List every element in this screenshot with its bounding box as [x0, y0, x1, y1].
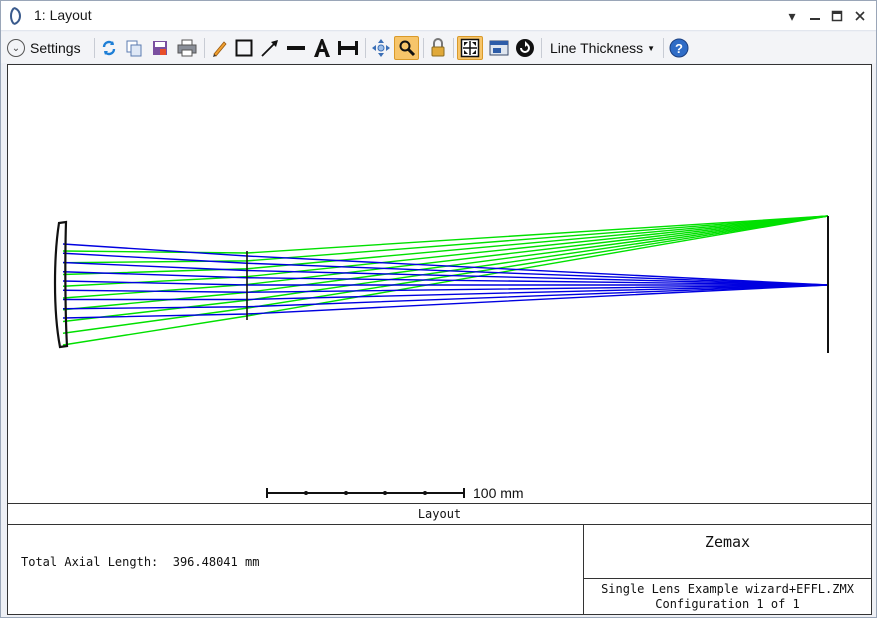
scale-bar — [266, 488, 465, 498]
line-thickness-label: Line Thickness — [550, 40, 644, 56]
minimize-icon[interactable] — [806, 7, 824, 25]
toolbar: ⌄ Settings Line Thickness ▼ ? — [1, 32, 876, 63]
chevron-down-icon: ⌄ — [7, 39, 25, 57]
info-panel-right: Zemax Single Lens Example wizard+EFFL.ZM… — [584, 525, 871, 614]
line-thickness-dropdown[interactable]: Line Thickness ▼ — [546, 36, 658, 60]
rays-field-1 — [62, 243, 829, 319]
text-icon[interactable] — [311, 36, 333, 60]
layout-window: 1: Layout ▾ ⌄ Settings Line Thickness ▼ … — [0, 0, 877, 618]
svg-text:?: ? — [675, 41, 683, 56]
refresh-icon[interactable] — [98, 36, 120, 60]
dropdown-icon[interactable]: ▾ — [783, 7, 801, 25]
maximize-icon[interactable] — [828, 7, 846, 25]
scale-bar-label: 100 mm — [473, 485, 524, 501]
brand-label: Zemax — [704, 533, 751, 551]
ray-line — [63, 284, 829, 301]
layout-plot-area[interactable]: 100 mm Layout Total Axial Length: 396.48… — [7, 64, 872, 615]
settings-button[interactable]: ⌄ Settings — [7, 36, 91, 60]
arrow-line-icon[interactable] — [258, 36, 282, 60]
axial-length-text: Total Axial Length: 396.48041 mm — [21, 555, 259, 569]
help-icon[interactable]: ? — [667, 36, 691, 60]
pan-icon[interactable] — [369, 36, 393, 60]
caret-down-icon: ▼ — [647, 43, 656, 53]
toolbar-separator — [453, 38, 454, 58]
copy-icon[interactable] — [123, 36, 145, 60]
close-icon[interactable] — [851, 7, 869, 25]
pencil-icon[interactable] — [209, 36, 231, 60]
info-panel-left: Total Axial Length: 396.48041 mm — [8, 525, 584, 614]
toolbar-separator — [365, 38, 366, 58]
toolbar-separator — [204, 38, 205, 58]
line-icon[interactable] — [285, 36, 307, 60]
axial-length-value: 396.48041 mm — [172, 555, 260, 569]
configuration-label: Configuration 1 of 1 — [655, 597, 800, 611]
fit-icon[interactable] — [457, 36, 483, 60]
title-bar: 1: Layout ▾ — [1, 1, 876, 31]
dimension-icon[interactable] — [336, 36, 360, 60]
window-title: 1: Layout — [34, 7, 92, 23]
axial-length-label: Total Axial Length: — [21, 555, 159, 569]
lens-app-icon — [10, 7, 21, 25]
lens-element — [53, 220, 69, 349]
toolbar-separator — [423, 38, 424, 58]
window-icon[interactable] — [487, 36, 511, 60]
toolbar-separator — [663, 38, 664, 58]
print-icon[interactable] — [175, 36, 199, 60]
lock-icon[interactable] — [427, 36, 449, 60]
file-info-box: Single Lens Example wizard+EFFL.ZMX Conf… — [584, 578, 871, 614]
toolbar-separator — [541, 38, 542, 58]
layout-plot — [53, 215, 829, 498]
settings-label: Settings — [30, 40, 81, 56]
toolbar-separator — [94, 38, 95, 58]
rectangle-icon[interactable] — [233, 36, 255, 60]
rotate-icon[interactable] — [513, 36, 537, 60]
zoom-icon[interactable] — [394, 36, 419, 60]
save-icon[interactable] — [149, 36, 171, 60]
ray-line — [62, 215, 829, 323]
file-name: Single Lens Example wizard+EFFL.ZMX — [601, 582, 854, 596]
plot-title-row: Layout — [8, 503, 871, 525]
